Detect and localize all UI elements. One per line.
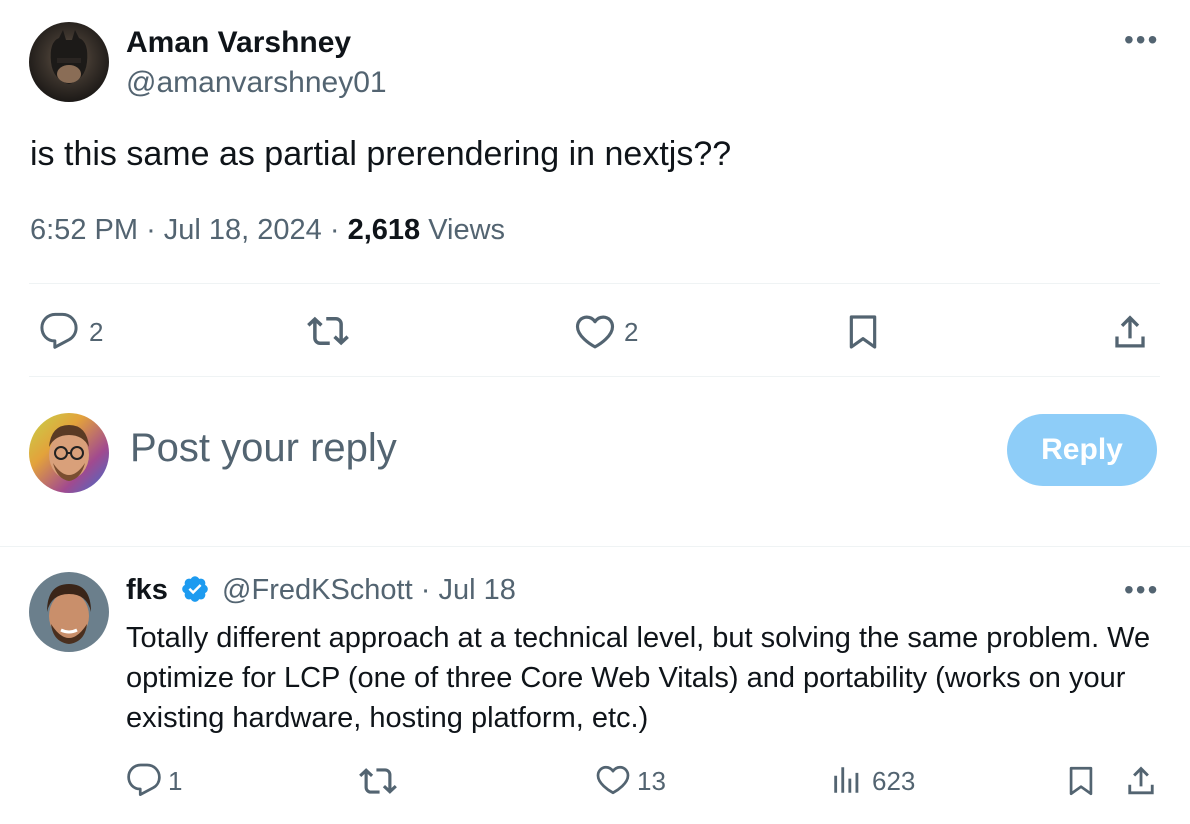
views-count: 623 [872,766,916,796]
reply-header: fks @FredKSchott · Jul 18 [126,574,516,607]
post-text: is this same as partial prerendering in … [30,135,732,173]
views-label: Views [428,214,506,246]
author-name[interactable]: Aman Varshney [126,26,351,60]
reply-date[interactable]: Jul 18 [438,574,515,606]
reply-author-avatar[interactable] [29,572,109,652]
reply-input[interactable]: Post your reply [130,426,397,471]
bookmark-icon[interactable] [1064,762,1098,800]
reply-count: 1 [168,766,183,796]
retweet-icon[interactable] [358,762,398,800]
current-user-avatar[interactable] [29,413,109,493]
reply-text: Totally different approach at a technica… [126,622,1151,734]
like-count: 13 [637,766,666,796]
more-icon[interactable]: ••• [1124,574,1159,606]
like-icon[interactable] [574,311,616,353]
divider [0,546,1190,547]
post-meta: 6:52 PM · Jul 18, 2024 · 2,618 Views [30,214,505,247]
like-icon[interactable] [595,762,631,798]
reply-button[interactable]: Reply [1007,414,1157,486]
reply-icon[interactable] [38,311,80,351]
share-icon[interactable] [1108,309,1152,353]
views-count: 2,618 [347,214,421,246]
author-avatar[interactable] [29,22,109,102]
like-count: 2 [624,317,639,347]
more-icon[interactable]: ••• [1124,24,1159,56]
share-icon[interactable] [1122,761,1160,799]
verified-icon [180,574,210,604]
divider [29,376,1160,377]
meta-separator: · [420,574,439,606]
bookmark-icon[interactable] [843,310,883,354]
reply-author-name[interactable]: fks [126,574,168,606]
reply-author-handle[interactable]: @FredKSchott [222,574,413,606]
divider [29,283,1160,284]
author-handle[interactable]: @amanvarshney01 [126,66,387,100]
meta-separator: · [146,214,164,246]
views-icon[interactable] [830,762,864,798]
meta-separator: · [329,214,348,246]
reply-count: 2 [89,317,104,347]
retweet-icon[interactable] [305,310,351,352]
reply-icon[interactable] [126,762,162,798]
post-date[interactable]: Jul 18, 2024 [164,214,322,246]
post-time[interactable]: 6:52 PM [30,214,138,246]
